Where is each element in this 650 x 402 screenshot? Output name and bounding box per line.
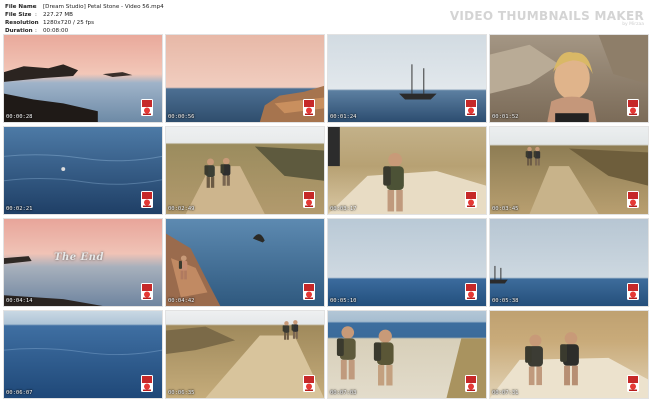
video-thumbnail[interactable]: 00:06:35 [165, 310, 325, 399]
video-thumbnail[interactable]: 00:04:14 The End [3, 218, 163, 307]
overlay-title-text: The End [54, 252, 104, 263]
video-thumbnail[interactable]: 00:03:17 [327, 126, 487, 215]
video-thumbnail[interactable]: 00:02:49 [165, 126, 325, 215]
thumbnail-timestamp: 00:02:21 [6, 206, 33, 212]
video-thumbnail[interactable]: 00:00:28 [3, 34, 163, 123]
brand-subtitle: by Mirzaa [622, 22, 644, 27]
info-row-file-name: File Name : [Dream Studio] Petal Stone -… [5, 3, 164, 11]
studio-logo-icon [141, 375, 153, 392]
thumbnail-frame-image [328, 127, 486, 214]
video-thumbnail[interactable]: 00:07:31 [489, 310, 649, 399]
studio-logo-icon [141, 191, 153, 208]
thumbnail-frame-image [490, 219, 648, 306]
info-value: [Dream Studio] Petal Stone - Video 56.mp… [43, 4, 164, 10]
info-header: File Name : [Dream Studio] Petal Stone -… [0, 0, 650, 34]
info-separator: : [35, 20, 37, 26]
studio-logo-icon [627, 191, 639, 208]
info-value: 227.27 MB [43, 12, 74, 18]
info-label: File Size [5, 12, 32, 18]
video-thumbnail[interactable]: 00:01:24 [327, 34, 487, 123]
studio-logo-icon [627, 283, 639, 300]
info-value: 1280x720 / 25 fps [43, 20, 94, 26]
thumbnail-frame-image [490, 35, 648, 122]
thumbnail-timestamp: 00:05:38 [492, 298, 519, 304]
thumbnail-timestamp: 00:06:35 [168, 390, 195, 396]
thumbnail-timestamp: 00:00:28 [6, 114, 33, 120]
studio-logo-icon [141, 99, 153, 116]
video-thumbnail[interactable]: 00:05:38 [489, 218, 649, 307]
thumbnail-frame-image [490, 127, 648, 214]
thumbnail-timestamp: 00:02:49 [168, 206, 195, 212]
studio-logo-icon [303, 283, 315, 300]
thumbnail-timestamp: 00:06:07 [6, 390, 33, 396]
studio-logo-icon [141, 283, 153, 300]
thumbnail-frame-image [166, 127, 324, 214]
video-thumbnail[interactable]: 00:06:07 [3, 310, 163, 399]
thumbnail-frame-image [490, 311, 648, 398]
thumbnail-frame-image [166, 219, 324, 306]
thumbnail-timestamp: 00:01:52 [492, 114, 519, 120]
thumbnail-frame-image [4, 127, 162, 214]
video-thumbnail[interactable]: 00:01:52 [489, 34, 649, 123]
thumbnail-frame-image [166, 311, 324, 398]
info-separator: : [35, 12, 37, 18]
brand-watermark: VIDEO THUMBNAILS MAKER [449, 9, 644, 23]
studio-logo-icon [465, 191, 477, 208]
file-info: File Name : [Dream Studio] Petal Stone -… [5, 3, 164, 35]
thumbnail-timestamp: 00:07:31 [492, 390, 519, 396]
thumbnail-timestamp: 00:04:14 [6, 298, 33, 304]
studio-logo-icon [465, 99, 477, 116]
video-thumbnail[interactable]: 00:03:45 [489, 126, 649, 215]
thumbnail-timestamp: 00:03:17 [330, 206, 357, 212]
thumbnail-frame-image [328, 311, 486, 398]
video-thumbnail[interactable]: 00:05:10 [327, 218, 487, 307]
info-separator: : [35, 4, 37, 10]
thumbnail-frame-image [328, 219, 486, 306]
thumbnail-timestamp: 00:04:42 [168, 298, 195, 304]
thumbnail-timestamp: 00:00:56 [168, 114, 195, 120]
thumbnail-timestamp: 00:07:03 [330, 390, 357, 396]
video-thumbnail[interactable]: 00:02:21 [3, 126, 163, 215]
thumbnail-timestamp: 00:01:24 [330, 114, 357, 120]
studio-logo-icon [627, 375, 639, 392]
video-thumbnail[interactable]: 00:07:03 [327, 310, 487, 399]
info-row-file-size: File Size : 227.27 MB [5, 11, 164, 19]
thumbnail-frame-image [328, 35, 486, 122]
thumbnail-timestamp: 00:05:10 [330, 298, 357, 304]
info-row-resolution: Resolution : 1280x720 / 25 fps [5, 19, 164, 27]
info-label: Resolution [5, 20, 39, 26]
studio-logo-icon [303, 191, 315, 208]
thumbnail-timestamp: 00:03:45 [492, 206, 519, 212]
thumbnail-frame-image [166, 35, 324, 122]
info-label: File Name [5, 4, 37, 10]
studio-logo-icon [627, 99, 639, 116]
studio-logo-icon [465, 283, 477, 300]
studio-logo-icon [303, 99, 315, 116]
video-thumbnail[interactable]: 00:00:56 [165, 34, 325, 123]
video-thumbnail[interactable]: 00:04:42 [165, 218, 325, 307]
thumbnail-frame-image [4, 35, 162, 122]
thumbnail-frame-image [4, 311, 162, 398]
studio-logo-icon [303, 375, 315, 392]
studio-logo-icon [465, 375, 477, 392]
thumbnail-grid: 00:00:28 00:00:56 00:01:24 00:01:52 00:0… [3, 34, 649, 400]
